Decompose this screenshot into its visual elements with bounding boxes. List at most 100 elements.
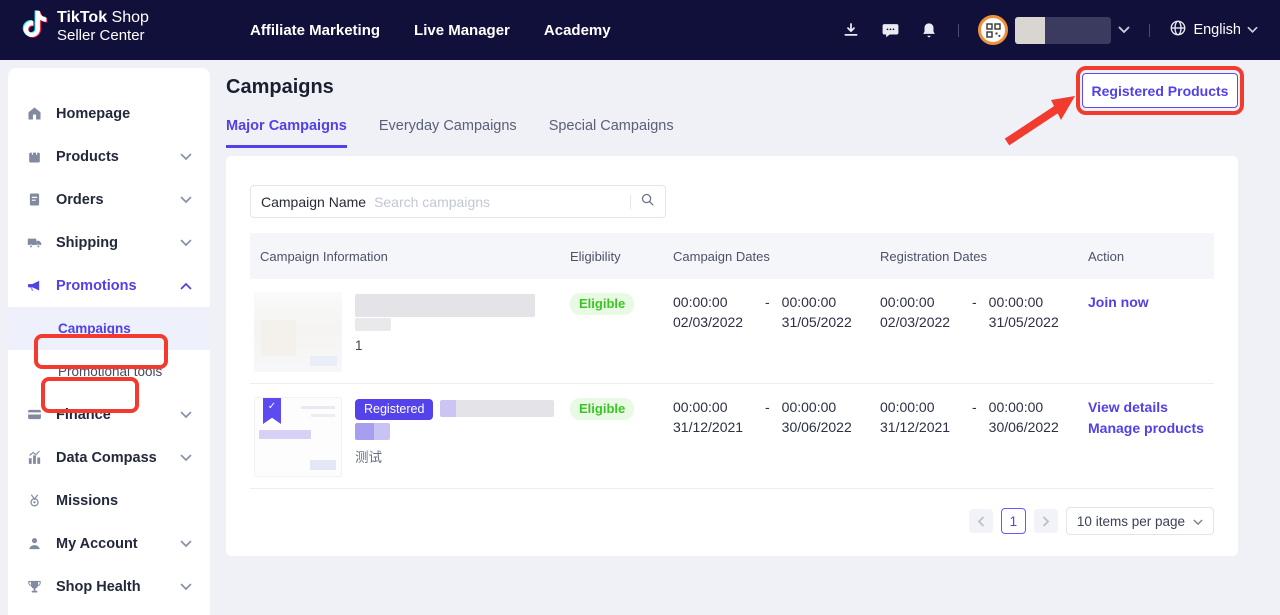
search-icon[interactable]	[640, 192, 655, 212]
prev-page-button[interactable]	[969, 509, 993, 533]
redacted-username	[1015, 17, 1111, 44]
search-divider	[630, 195, 631, 209]
tab-major-campaigns[interactable]: Major Campaigns	[226, 118, 347, 148]
registered-products-button[interactable]: Registered Products	[1082, 73, 1238, 108]
orders-icon	[26, 191, 43, 208]
registration-dates: 00:00:0031/12/2021 - 00:00:0030/06/2022	[870, 384, 1078, 490]
campaign-tabs: Major Campaigns Everyday Campaigns Speci…	[226, 118, 674, 148]
top-bar: TikTok Shop Seller Center Affiliate Mark…	[0, 0, 1280, 60]
sidebar-item-finance[interactable]: Finance	[8, 393, 210, 436]
redacted-text	[355, 423, 390, 440]
col-action: Action	[1078, 233, 1214, 279]
person-icon	[26, 535, 43, 552]
table-row: ✓ Registered 测试 Eligible 00:00:0031/12/2…	[250, 384, 1214, 489]
bell-icon[interactable]	[919, 20, 939, 40]
join-now-link[interactable]: Join now	[1088, 292, 1214, 312]
tiktok-shop-logo[interactable]: TikTok Shop Seller Center	[22, 9, 149, 45]
chevron-down-icon	[1118, 21, 1130, 39]
shipping-truck-icon	[26, 234, 43, 251]
chevron-down-icon	[180, 411, 192, 419]
sidebar-item-shipping[interactable]: Shipping	[8, 221, 210, 264]
view-details-link[interactable]: View details	[1088, 397, 1214, 417]
top-right-cluster: English	[841, 0, 1258, 60]
tab-special-campaigns[interactable]: Special Campaigns	[549, 118, 674, 148]
next-page-button[interactable]	[1034, 509, 1058, 533]
language-selector[interactable]: English	[1169, 19, 1258, 41]
campaigns-panel: Campaign Name Campaign Information Eligi…	[226, 156, 1238, 556]
manage-products-link[interactable]: Manage products	[1088, 418, 1214, 438]
data-chart-icon	[26, 449, 43, 466]
page-size-select[interactable]: 10 items per page	[1066, 507, 1214, 535]
nav-academy[interactable]: Academy	[544, 22, 611, 39]
eligibility-badge: Eligible	[570, 293, 634, 315]
sidebar-item-products[interactable]: Products	[8, 135, 210, 178]
col-campaign-information: Campaign Information	[250, 233, 560, 279]
account-menu[interactable]	[978, 15, 1130, 45]
bookmark-check-icon: ✓	[263, 398, 281, 424]
campaigns-table: Campaign Information Eligibility Campaig…	[250, 233, 1214, 489]
redacted-campaign-name	[440, 400, 554, 417]
globe-icon	[1169, 19, 1187, 41]
home-icon	[26, 105, 43, 122]
chevron-down-icon	[180, 540, 192, 548]
finance-card-icon	[26, 406, 43, 423]
sidebar-item-promotions[interactable]: Promotions	[8, 264, 210, 307]
tiktok-note-icon	[22, 9, 48, 44]
medal-icon	[26, 492, 43, 509]
eligibility-badge: Eligible	[570, 398, 634, 420]
nav-affiliate-marketing[interactable]: Affiliate Marketing	[250, 22, 380, 39]
chevron-up-icon	[180, 282, 192, 290]
col-eligibility: Eligibility	[560, 233, 663, 279]
table-header: Campaign Information Eligibility Campaig…	[250, 233, 1214, 279]
chevron-down-icon	[180, 153, 192, 161]
campaign-search: Campaign Name	[250, 185, 666, 218]
registered-badge: Registered	[355, 399, 433, 420]
chevron-down-icon	[180, 196, 192, 204]
language-label: English	[1193, 22, 1241, 38]
chevron-down-icon	[1193, 514, 1203, 529]
logo-shop: Shop	[107, 9, 149, 26]
sidebar-item-campaigns[interactable]: Campaigns	[8, 307, 210, 350]
topbar-divider	[958, 24, 959, 37]
chat-icon[interactable]	[880, 20, 900, 40]
pagination: 1 10 items per page	[969, 507, 1214, 535]
sidebar-item-data-compass[interactable]: Data Compass	[8, 436, 210, 479]
tab-everyday-campaigns[interactable]: Everyday Campaigns	[379, 118, 517, 148]
nav-live-manager[interactable]: Live Manager	[414, 22, 510, 39]
products-bag-icon	[26, 148, 43, 165]
sidebar-item-homepage[interactable]: Homepage	[8, 92, 210, 135]
campaign-dates: 00:00:0002/03/2022 - 00:00:0031/05/2022	[663, 279, 870, 385]
campaign-image	[254, 292, 342, 372]
table-row: 1 Eligible 00:00:0002/03/2022 - 00:00:00…	[250, 279, 1214, 384]
redacted-campaign-name	[355, 294, 535, 317]
sidebar-item-shop-health[interactable]: Shop Health	[8, 565, 210, 608]
search-input[interactable]	[374, 194, 626, 210]
sidebar: Homepage Products Orders Shipping Promot…	[8, 68, 210, 615]
megaphone-icon	[26, 277, 43, 294]
topbar-divider	[1149, 24, 1150, 37]
col-campaign-dates: Campaign Dates	[663, 233, 870, 279]
chevron-down-icon	[1247, 22, 1258, 38]
campaign-note: 测试	[355, 446, 554, 466]
campaign-note: 1	[355, 338, 535, 353]
page-title: Campaigns	[226, 76, 334, 99]
campaign-dates: 00:00:0031/12/2021 - 00:00:0030/06/2022	[663, 384, 870, 490]
sidebar-item-missions[interactable]: Missions	[8, 479, 210, 522]
sidebar-item-orders[interactable]: Orders	[8, 178, 210, 221]
registration-dates: 00:00:0002/03/2022 - 00:00:0031/05/2022	[870, 279, 1078, 385]
page-number-button[interactable]: 1	[1001, 508, 1026, 534]
campaign-image: ✓	[254, 397, 342, 477]
chevron-down-icon	[180, 454, 192, 462]
chevron-down-icon	[180, 239, 192, 247]
avatar	[978, 15, 1008, 45]
chevron-down-icon	[180, 583, 192, 591]
sidebar-item-my-account[interactable]: My Account	[8, 522, 210, 565]
col-registration-dates: Registration Dates	[870, 233, 1078, 279]
redacted-campaign-name	[355, 318, 391, 331]
download-icon[interactable]	[841, 20, 861, 40]
top-navigation: Affiliate Marketing Live Manager Academy	[250, 0, 611, 60]
logo-seller-center: Seller Center	[57, 27, 149, 44]
annotation-arrow	[999, 90, 1083, 146]
sidebar-item-promotional-tools[interactable]: Promotional tools	[8, 350, 210, 393]
trophy-icon	[26, 578, 43, 595]
